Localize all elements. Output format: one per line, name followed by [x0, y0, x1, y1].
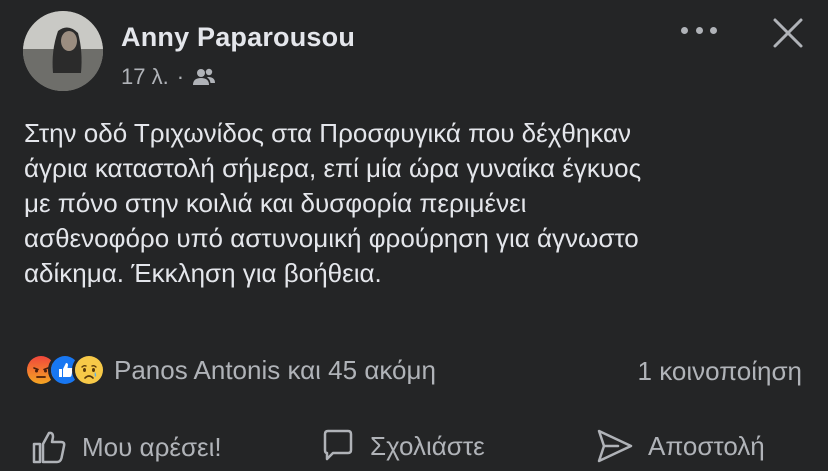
sad-reaction-icon — [72, 353, 106, 387]
more-options-icon[interactable] — [681, 18, 717, 42]
close-icon[interactable] — [771, 16, 805, 50]
meta-separator: · — [176, 64, 185, 89]
post-time[interactable]: 17 λ. — [121, 64, 169, 90]
comment-icon — [323, 429, 353, 461]
send-button-label: Αποστολή — [648, 430, 765, 461]
reactions-summary[interactable]: Panos Antonis και 45 ακόμη — [24, 353, 436, 387]
post-text: Στην οδό Τριχωνίδος στα Προσφυγικά που δ… — [24, 118, 642, 288]
reactions-names[interactable]: Panos Antonis και 45 ακόμη — [114, 355, 436, 386]
like-button-label: Μου αρέσει! — [82, 431, 222, 462]
action-bar: Μου αρέσει! Σχολιάστε Αποστολή — [0, 420, 828, 471]
friends-icon[interactable] — [192, 67, 216, 87]
thumbs-up-icon — [32, 431, 66, 464]
author-name[interactable]: Anny Paparousou — [121, 22, 355, 53]
avatar[interactable] — [23, 11, 103, 91]
comment-button-label: Σχολιάστε — [370, 430, 485, 461]
avatar-photo — [23, 11, 103, 91]
send-button[interactable]: Αποστολή — [596, 428, 765, 464]
send-icon — [597, 429, 633, 463]
like-button[interactable]: Μου αρέσει! — [30, 428, 222, 466]
shares-count[interactable]: 1 κοινοποίηση — [638, 356, 802, 387]
post-meta: 17 λ. · — [121, 64, 216, 90]
comment-button[interactable]: Σχολιάστε — [320, 428, 485, 464]
